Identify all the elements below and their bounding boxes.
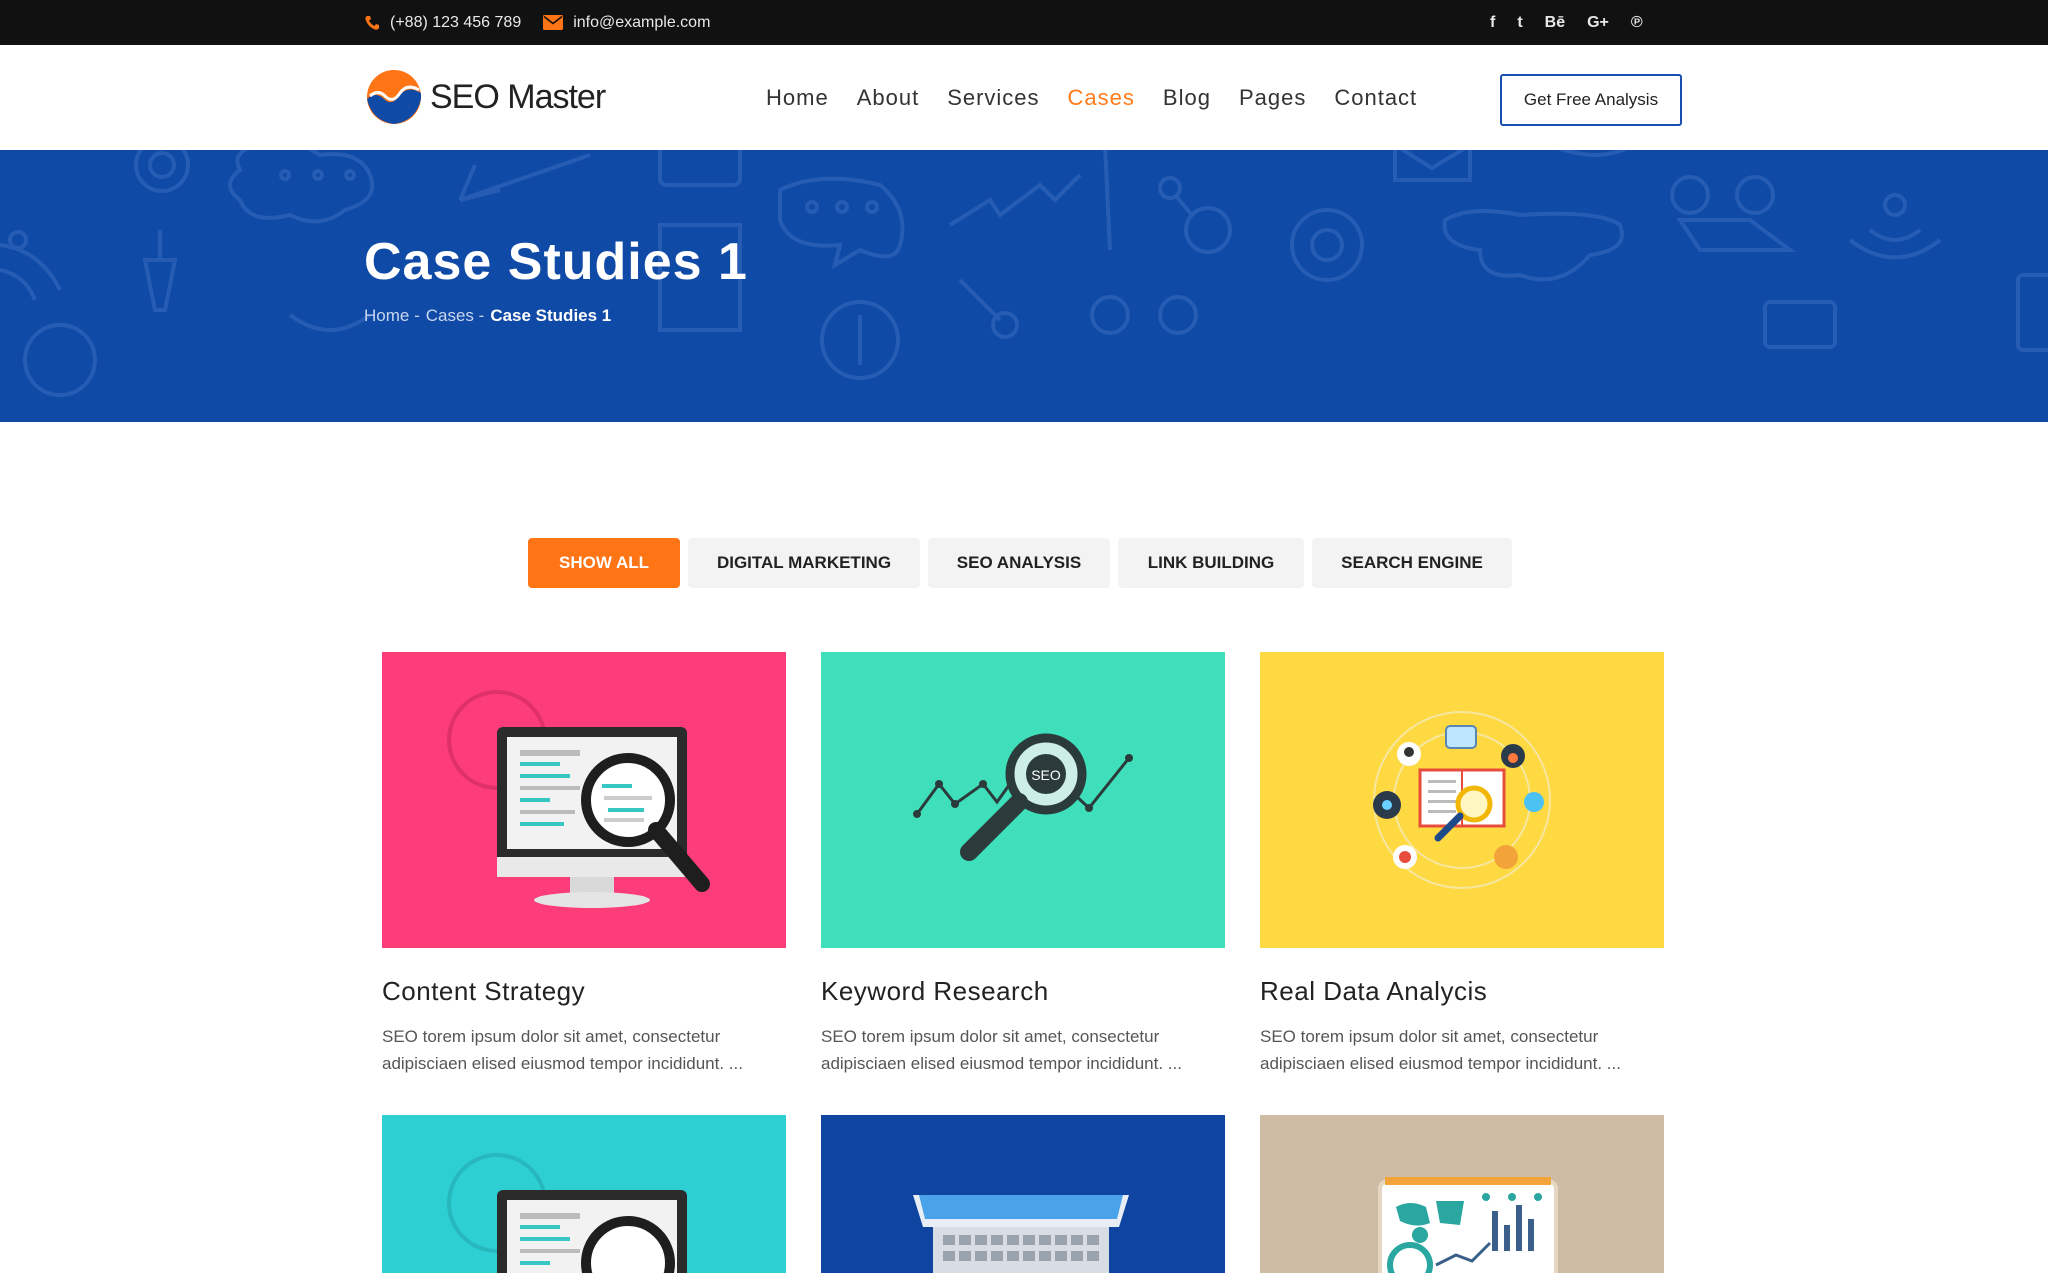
case-card-keyword-research[interactable]: SEO Keyword Research SEO torem ipsum dol…	[821, 652, 1225, 1077]
case-thumbnail[interactable]	[1260, 652, 1664, 948]
email-address: info@example.com	[573, 13, 711, 31]
case-description-line: SEO torem ipsum dolor sit amet, consecte…	[821, 1027, 1160, 1046]
case-filters: Show All Digital Marketing SEO Analysis …	[528, 538, 1512, 588]
envelope-icon	[543, 15, 564, 30]
breadcrumb-home[interactable]: Home -	[364, 306, 420, 326]
brand-name: SEO Master	[430, 77, 606, 116]
monitor-magnifier-icon	[447, 1153, 687, 1273]
tablet-chart-icon	[1378, 1177, 1558, 1273]
phone-number: (+88) 123 456 789	[390, 13, 522, 31]
case-thumbnail[interactable]	[821, 1115, 1225, 1273]
nav-blog[interactable]: Blog	[1163, 85, 1211, 111]
nav-contact[interactable]: Contact	[1334, 85, 1417, 111]
data-analysis-book-icon	[1373, 711, 1551, 889]
hero-pattern	[0, 150, 2048, 397]
logo-icon	[367, 70, 421, 124]
filter-show-all[interactable]: Show All	[528, 538, 680, 588]
filter-search-engine[interactable]: Search Engine	[1312, 538, 1512, 588]
case-card-real-data-analysis[interactable]: Real Data Analycis SEO torem ipsum dolor…	[1260, 652, 1664, 1077]
page-title: Case Studies 1	[364, 233, 748, 291]
phone-item[interactable]: (+88) 123 456 789	[364, 14, 521, 32]
nav-cases[interactable]: Cases	[1068, 85, 1135, 111]
nav-services[interactable]: Services	[947, 85, 1039, 111]
case-thumbnail[interactable]	[1260, 1115, 1664, 1273]
case-description-line: SEO torem ipsum dolor sit amet, consecte…	[382, 1027, 721, 1046]
case-card-content-strategy[interactable]: Content Strategy SEO torem ipsum dolor s…	[382, 652, 786, 1077]
top-bar: (+88) 123 456 789 info@example.com f t B…	[0, 0, 2048, 45]
filter-digital-marketing[interactable]: Digital Marketing	[688, 538, 920, 588]
case-thumbnail[interactable]	[382, 1115, 786, 1273]
site-header: SEO Master Home About Services Cases Blo…	[0, 45, 2048, 150]
nav-home[interactable]: Home	[766, 85, 829, 111]
case-description-line: SEO torem ipsum dolor sit amet, consecte…	[1260, 1027, 1599, 1046]
social-links: f t Bē G+ ℗	[1490, 0, 1643, 45]
google-plus-icon[interactable]: G+	[1587, 14, 1609, 32]
nav-pages[interactable]: Pages	[1239, 85, 1306, 111]
case-description: SEO torem ipsum dolor sit amet, consecte…	[821, 1023, 1225, 1077]
email-item[interactable]: info@example.com	[543, 14, 710, 32]
case-card-5[interactable]	[821, 1115, 1225, 1273]
behance-icon[interactable]: Bē	[1545, 14, 1565, 32]
pinterest-icon[interactable]: ℗	[1631, 14, 1643, 32]
twitter-icon[interactable]: t	[1517, 14, 1522, 32]
case-card-4[interactable]	[382, 1115, 786, 1273]
breadcrumb: Home - Cases - Case Studies 1	[364, 306, 611, 326]
case-description-line: adipisciaen elised eiusmod tempor incidi…	[821, 1054, 1182, 1073]
contact-info: (+88) 123 456 789 info@example.com	[364, 0, 710, 45]
main-nav: Home About Services Cases Blog Pages Con…	[766, 45, 1417, 150]
phone-icon	[365, 15, 379, 30]
logo[interactable]: SEO Master	[366, 69, 606, 125]
case-description: SEO torem ipsum dolor sit amet, consecte…	[382, 1023, 786, 1077]
case-description-line: adipisciaen elised eiusmod tempor incidi…	[1260, 1054, 1621, 1073]
laptop-icon	[913, 1195, 1129, 1273]
case-card-6[interactable]	[1260, 1115, 1664, 1273]
facebook-icon[interactable]: f	[1490, 14, 1495, 32]
case-title[interactable]: Content Strategy	[382, 976, 786, 1007]
case-description-line: adipisciaen elised eiusmod tempor incidi…	[382, 1054, 743, 1073]
breadcrumb-current: Case Studies 1	[490, 306, 612, 325]
case-title[interactable]: Real Data Analycis	[1260, 976, 1664, 1007]
breadcrumb-cases[interactable]: Cases -	[426, 306, 485, 326]
case-thumbnail[interactable]	[382, 652, 786, 948]
case-thumbnail[interactable]: SEO	[821, 652, 1225, 948]
seo-badge: SEO	[1031, 767, 1061, 783]
filter-seo-analysis[interactable]: SEO Analysis	[928, 538, 1110, 588]
seo-magnifier-icon: SEO	[913, 733, 1133, 861]
case-description: SEO torem ipsum dolor sit amet, consecte…	[1260, 1023, 1664, 1077]
page-hero: Case Studies 1 Home - Cases - Case Studi…	[0, 150, 2048, 422]
monitor-magnifier-icon	[447, 690, 710, 908]
case-title[interactable]: Keyword Research	[821, 976, 1225, 1007]
filter-link-building[interactable]: Link Building	[1118, 538, 1304, 588]
nav-about[interactable]: About	[857, 85, 920, 111]
get-free-analysis-button[interactable]: Get Free Analysis	[1500, 74, 1682, 126]
